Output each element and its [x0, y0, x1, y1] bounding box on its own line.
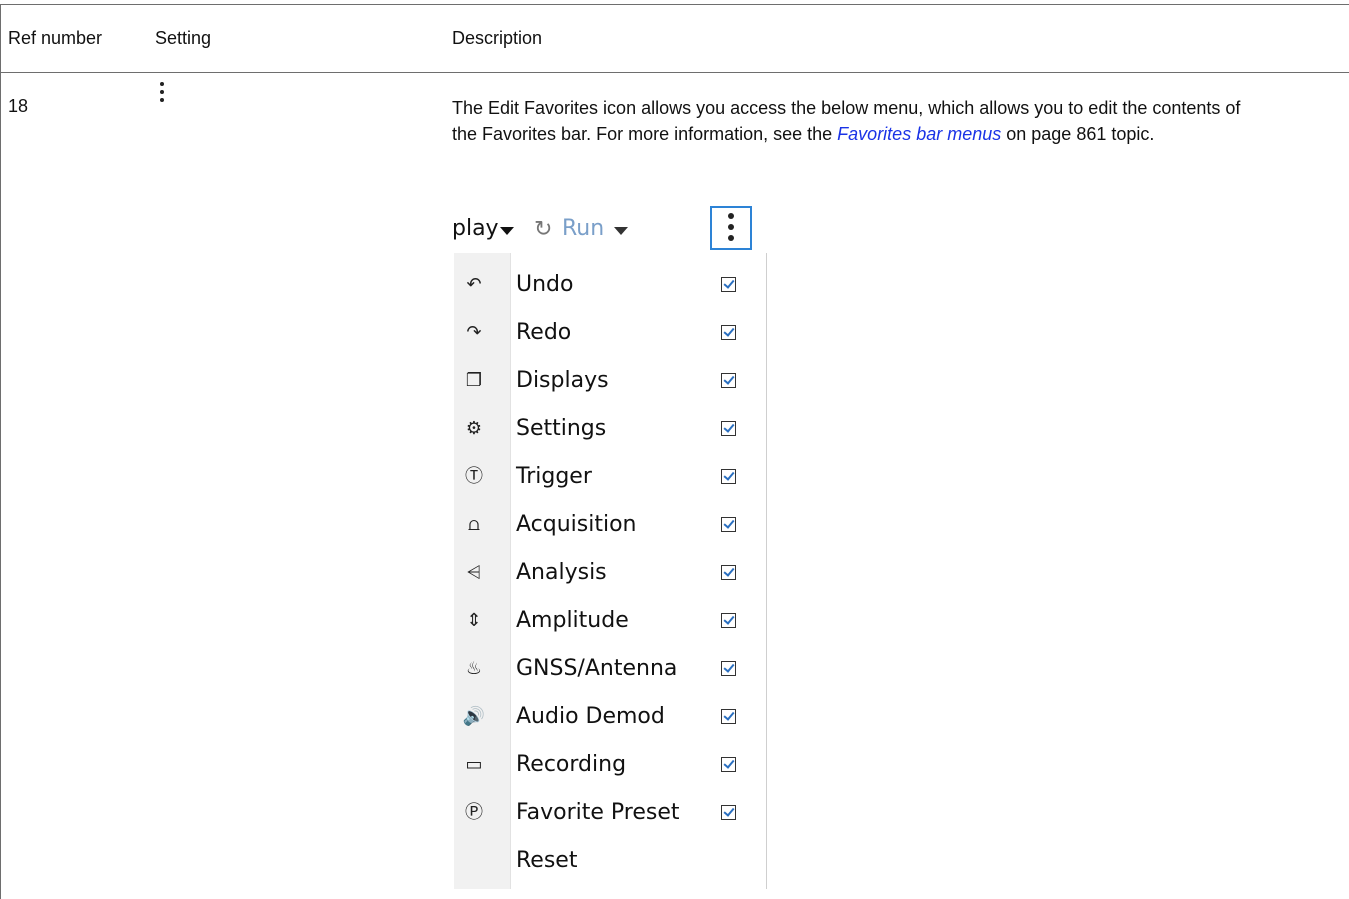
- edit-favorites-menu: ↶ Undo ↷ Redo ❐ Displays ⚙ Settings Ⓣ Trigger ⩍ Acq…: [454, 253, 767, 889]
- description-text-end: on page 861 topic.: [1001, 124, 1155, 144]
- run-icon: ↻: [534, 217, 553, 242]
- checkbox-checked-icon[interactable]: [721, 709, 736, 724]
- display-dropdown-caret-icon: [500, 227, 514, 235]
- trigger-icon: Ⓣ: [465, 466, 483, 487]
- menu-item-analysis[interactable]: ⩤ Analysis: [454, 551, 766, 599]
- menu-item-displays[interactable]: ❐ Displays: [454, 359, 766, 407]
- menu-item-label: Favorite Preset: [516, 800, 680, 825]
- run-dropdown-caret-icon: [614, 227, 628, 235]
- favorites-toolbar: play ↻ Run: [452, 203, 768, 257]
- camera-icon: ▭: [465, 754, 483, 775]
- checkbox-checked-icon[interactable]: [721, 373, 736, 388]
- speaker-icon: 🔊: [462, 706, 486, 727]
- menu-item-label: Acquisition: [516, 512, 637, 537]
- header-setting: Setting: [155, 28, 212, 48]
- menu-item-undo[interactable]: ↶ Undo: [454, 263, 766, 311]
- favorites-bar-menus-link[interactable]: Favorites bar menus: [837, 124, 1001, 144]
- checkbox-checked-icon[interactable]: [721, 661, 736, 676]
- menu-item-trigger[interactable]: Ⓣ Trigger: [454, 455, 766, 503]
- acquisition-icon: ⩍: [468, 514, 480, 535]
- checkbox-checked-icon[interactable]: [721, 421, 736, 436]
- header-rule: [0, 72, 1349, 73]
- menu-item-label: Undo: [516, 272, 574, 297]
- undo-icon: ↶: [466, 274, 482, 295]
- table-top-rule: [0, 4, 1349, 5]
- menu-item-redo[interactable]: ↷ Redo: [454, 311, 766, 359]
- menu-item-label: Analysis: [516, 560, 607, 585]
- menu-item-label: GNSS/Antenna: [516, 656, 678, 681]
- menu-item-label: Redo: [516, 320, 572, 345]
- edit-favorites-button[interactable]: [710, 206, 752, 250]
- preset-icon: Ⓟ: [465, 802, 483, 823]
- antenna-icon: ♨: [465, 658, 483, 679]
- favorites-menu-screenshot: play ↻ Run ↶ Undo ↷ Redo ❐ Displays ⚙ Settings Ⓣ…: [452, 203, 768, 889]
- menu-item-recording[interactable]: ▭ Recording: [454, 743, 766, 791]
- gear-icon: ⚙: [465, 418, 483, 439]
- run-button-label[interactable]: Run: [562, 216, 604, 241]
- header-ref-number: Ref number: [8, 28, 103, 48]
- menu-item-label: Trigger: [516, 464, 592, 489]
- checkbox-checked-icon[interactable]: [721, 613, 736, 628]
- checkbox-checked-icon[interactable]: [721, 277, 736, 292]
- amplitude-icon: ⇕: [466, 610, 482, 631]
- header-description: Description: [452, 28, 543, 48]
- menu-item-acquisition[interactable]: ⩍ Acquisition: [454, 503, 766, 551]
- checkbox-checked-icon[interactable]: [721, 469, 736, 484]
- menu-item-label: Settings: [516, 416, 607, 441]
- menu-item-label: Amplitude: [516, 608, 629, 633]
- checkbox-checked-icon[interactable]: [721, 757, 736, 772]
- reference-table: Ref number Setting Description 18 The Ed…: [0, 0, 1349, 899]
- menu-item-audio-demod[interactable]: 🔊 Audio Demod: [454, 695, 766, 743]
- table-left-border: [0, 4, 1, 899]
- checkbox-checked-icon[interactable]: [721, 805, 736, 820]
- display-menu-label[interactable]: play: [452, 216, 499, 241]
- menu-item-settings[interactable]: ⚙ Settings: [454, 407, 766, 455]
- checkbox-checked-icon[interactable]: [721, 517, 736, 532]
- row-ref-number: 18: [8, 96, 29, 116]
- menu-item-reset[interactable]: Reset: [454, 839, 766, 887]
- menu-item-label: Recording: [516, 752, 627, 777]
- menu-item-amplitude[interactable]: ⇕ Amplitude: [454, 599, 766, 647]
- menu-item-label: Reset: [516, 848, 578, 873]
- checkbox-checked-icon[interactable]: [721, 565, 736, 580]
- menu-item-label: Audio Demod: [516, 704, 665, 729]
- menu-item-favorite-preset[interactable]: Ⓟ Favorite Preset: [454, 791, 766, 839]
- menu-item-label: Displays: [516, 368, 609, 393]
- row-description: The Edit Favorites icon allows you acces…: [452, 95, 1252, 147]
- kebab-vertical-icon: [159, 82, 165, 110]
- checkbox-checked-icon[interactable]: [721, 325, 736, 340]
- menu-item-gnss-antenna[interactable]: ♨ GNSS/Antenna: [454, 647, 766, 695]
- redo-icon: ↷: [466, 322, 482, 343]
- displays-icon: ❐: [465, 370, 483, 391]
- analysis-icon: ⩤: [466, 562, 482, 583]
